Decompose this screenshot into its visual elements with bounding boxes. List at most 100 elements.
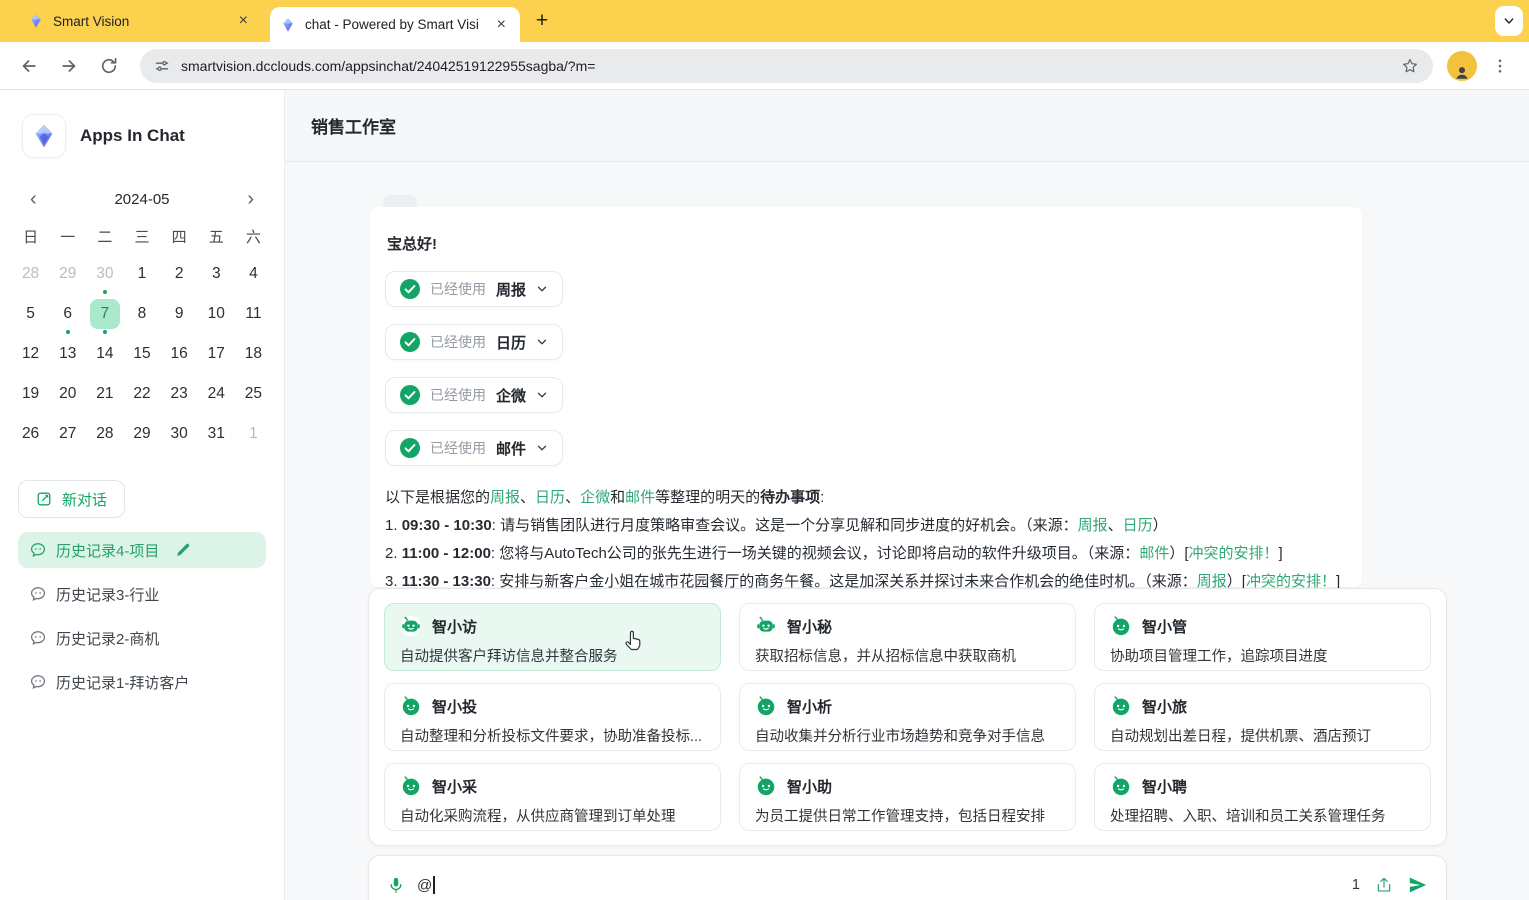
- calendar-day[interactable]: 16: [161, 334, 198, 374]
- browser-toolbar: smartvision.dcclouds.com/appsinchat/2404…: [0, 42, 1529, 90]
- new-chat-button[interactable]: 新对话: [18, 480, 125, 518]
- agent-card-header: 智小投: [400, 695, 705, 717]
- chat-input[interactable]: @: [417, 876, 435, 894]
- agent-card-9[interactable]: 智小聘处理招聘、入职、培训和员工关系管理任务: [1094, 763, 1431, 831]
- browser-menu-button[interactable]: [1483, 49, 1517, 83]
- main-area: 销售工作室 宝总好! 已经使用周报已经使用日历已经使用企微已经使用邮件 以下是根…: [285, 90, 1529, 900]
- calendar-day[interactable]: 10: [198, 294, 235, 334]
- calendar-day[interactable]: 12: [12, 334, 49, 374]
- used-tool-pill-2[interactable]: 已经使用日历: [385, 324, 563, 360]
- browser-tab-chat[interactable]: chat - Powered by Smart Visi ×: [270, 7, 520, 42]
- calendar-day[interactable]: 21: [86, 374, 123, 414]
- chevron-down-icon: [536, 336, 548, 348]
- agent-card-2[interactable]: 智小秘获取招标信息，并从招标信息中获取商机: [739, 603, 1076, 671]
- calendar-day[interactable]: 6: [49, 294, 86, 334]
- inline-link[interactable]: 冲突的安排！: [1189, 545, 1279, 562]
- calendar-day[interactable]: 30: [161, 414, 198, 454]
- calendar-day[interactable]: 15: [123, 334, 160, 374]
- used-tool-pill-4[interactable]: 已经使用邮件: [385, 430, 563, 466]
- history-item-3[interactable]: 历史记录3-行业: [18, 576, 266, 612]
- agent-card-7[interactable]: 智小采自动化采购流程，从供应商管理到订单处理: [384, 763, 721, 831]
- edit-history-button[interactable]: [175, 542, 191, 558]
- calendar-day[interactable]: 8: [123, 294, 160, 334]
- calendar-day[interactable]: 5: [12, 294, 49, 334]
- assistant-message-card: 宝总好! 已经使用周报已经使用日历已经使用企微已经使用邮件 以下是根据您的周报、…: [370, 207, 1362, 587]
- agent-card-3[interactable]: 智小管协助项目管理工作，追踪项目进度: [1094, 603, 1431, 671]
- browser-window: Smart Vision × chat - Powered by Smart V…: [0, 0, 1529, 90]
- agent-card-8[interactable]: 智小助为员工提供日常工作管理支持，包括日程安排: [739, 763, 1076, 831]
- calendar-day[interactable]: 23: [161, 374, 198, 414]
- agent-card-4[interactable]: 智小投自动整理和分析投标文件要求，协助准备投标...: [384, 683, 721, 751]
- calendar-day[interactable]: 19: [12, 374, 49, 414]
- calendar-day[interactable]: 31: [198, 414, 235, 454]
- tab-search-button[interactable]: [1495, 6, 1523, 36]
- calendar-day[interactable]: 30: [86, 254, 123, 294]
- calendar-day-number: 30: [90, 259, 120, 289]
- send-button[interactable]: [1408, 875, 1428, 895]
- profile-avatar[interactable]: [1447, 51, 1477, 81]
- inline-link[interactable]: 周报: [490, 489, 520, 506]
- history-item-4[interactable]: 历史记录4-项目: [18, 532, 266, 568]
- calendar-day[interactable]: 20: [49, 374, 86, 414]
- calendar-day-number: 10: [201, 299, 231, 329]
- reload-button[interactable]: [92, 49, 126, 83]
- new-tab-button[interactable]: +: [528, 7, 556, 35]
- calendar-day[interactable]: 27: [49, 414, 86, 454]
- chevron-down-icon: [1503, 15, 1515, 27]
- calendar-day[interactable]: 11: [235, 294, 272, 334]
- check-circle-icon: [400, 385, 420, 405]
- used-tool-name: 企微: [496, 385, 526, 406]
- inline-link[interactable]: 邮件: [625, 489, 655, 506]
- chat-input-bar[interactable]: @ 1: [368, 855, 1447, 900]
- history-item-1[interactable]: 历史记录1-拜访客户: [18, 664, 266, 700]
- used-tool-pill-3[interactable]: 已经使用企微: [385, 377, 563, 413]
- forward-button[interactable]: [52, 49, 86, 83]
- used-tool-pill-1[interactable]: 已经使用周报: [385, 271, 563, 307]
- inline-link[interactable]: 邮件: [1139, 545, 1169, 562]
- tab-close-icon[interactable]: ×: [235, 11, 252, 31]
- calendar-day[interactable]: 1: [123, 254, 160, 294]
- agent-card-6[interactable]: 智小旅自动规划出差日程，提供机票、酒店预订: [1094, 683, 1431, 751]
- calendar-day[interactable]: 25: [235, 374, 272, 414]
- history-item-2[interactable]: 历史记录2-商机: [18, 620, 266, 656]
- calendar-day[interactable]: 22: [123, 374, 160, 414]
- calendar-day[interactable]: 4: [235, 254, 272, 294]
- upload-button[interactable]: [1375, 876, 1393, 894]
- calendar-day[interactable]: 29: [123, 414, 160, 454]
- inline-link[interactable]: 周报: [1078, 517, 1108, 534]
- calendar-day-selected[interactable]: 7: [86, 294, 123, 334]
- calendar-day[interactable]: 9: [161, 294, 198, 334]
- calendar-weekday: 二: [86, 218, 123, 254]
- calendar-next-button[interactable]: ›: [243, 189, 258, 209]
- agent-card-5[interactable]: 智小析自动收集并分析行业市场趋势和竞争对手信息: [739, 683, 1076, 751]
- calendar-day[interactable]: 1: [235, 414, 272, 454]
- bookmark-star-icon[interactable]: [1401, 57, 1419, 75]
- inline-link[interactable]: 企微: [580, 489, 610, 506]
- calendar-day[interactable]: 18: [235, 334, 272, 374]
- calendar-day[interactable]: 14: [86, 334, 123, 374]
- inline-link[interactable]: 日历: [1123, 517, 1153, 534]
- calendar-day[interactable]: 13: [49, 334, 86, 374]
- calendar-day[interactable]: 24: [198, 374, 235, 414]
- site-info-icon[interactable]: [154, 58, 170, 74]
- inline-link[interactable]: 日历: [535, 489, 565, 506]
- calendar-day[interactable]: 26: [12, 414, 49, 454]
- tab-close-icon[interactable]: ×: [493, 15, 510, 35]
- agent-card-1[interactable]: 智小访自动提供客户拜访信息并整合服务: [384, 603, 721, 671]
- calendar-day[interactable]: 2: [161, 254, 198, 294]
- microphone-icon[interactable]: [387, 876, 405, 894]
- tab-title: chat - Powered by Smart Visi: [305, 17, 484, 32]
- calendar-day-number: 17: [201, 339, 231, 369]
- calendar-day-number: 29: [127, 419, 157, 449]
- calendar-day[interactable]: 28: [86, 414, 123, 454]
- calendar-day[interactable]: 28: [12, 254, 49, 294]
- calendar-prev-button[interactable]: ‹: [26, 189, 41, 209]
- back-button[interactable]: [12, 49, 46, 83]
- browser-tab-smart-vision[interactable]: Smart Vision ×: [18, 0, 262, 42]
- url-text[interactable]: smartvision.dcclouds.com/appsinchat/2404…: [181, 58, 1390, 74]
- calendar-day-number: 31: [201, 419, 231, 449]
- url-bar[interactable]: smartvision.dcclouds.com/appsinchat/2404…: [140, 49, 1433, 83]
- calendar-day[interactable]: 17: [198, 334, 235, 374]
- calendar-day[interactable]: 3: [198, 254, 235, 294]
- calendar-day[interactable]: 29: [49, 254, 86, 294]
